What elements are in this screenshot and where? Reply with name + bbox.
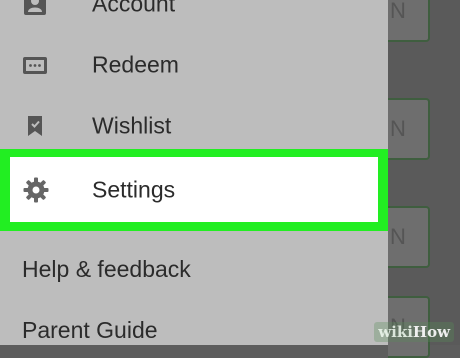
bookmark-icon [22, 113, 48, 139]
drawer-item-label: Settings [92, 176, 176, 202]
wikihow-watermark: wikiHow [374, 322, 454, 342]
background-install-button: N [388, 206, 430, 268]
drawer-item-settings[interactable]: Settings [10, 157, 378, 222]
drawer-item-label: Redeem [92, 51, 179, 78]
background-install-button: N [388, 98, 430, 160]
background-install-button: N [388, 0, 430, 42]
drawer-item-label: Account [92, 0, 176, 17]
settings-highlight: Settings [0, 149, 388, 231]
drawer-item-wishlist[interactable]: Wishlist [0, 96, 388, 156]
drawer-item-help-feedback[interactable]: Help & feedback [22, 256, 191, 283]
redeem-icon [22, 52, 48, 78]
gear-icon [22, 176, 50, 204]
drawer-item-label: Wishlist [92, 112, 172, 139]
account-icon [22, 0, 48, 17]
background-app [388, 0, 460, 345]
watermark-how: How [412, 323, 450, 341]
drawer-item-redeem[interactable]: Redeem [0, 35, 388, 95]
navigation-drawer: Account Redeem Wishlist Settings Help & … [0, 0, 388, 345]
drawer-item-parent-guide[interactable]: Parent Guide [22, 317, 158, 344]
watermark-wiki: wiki [378, 323, 413, 341]
drawer-item-account[interactable]: Account [0, 0, 388, 34]
